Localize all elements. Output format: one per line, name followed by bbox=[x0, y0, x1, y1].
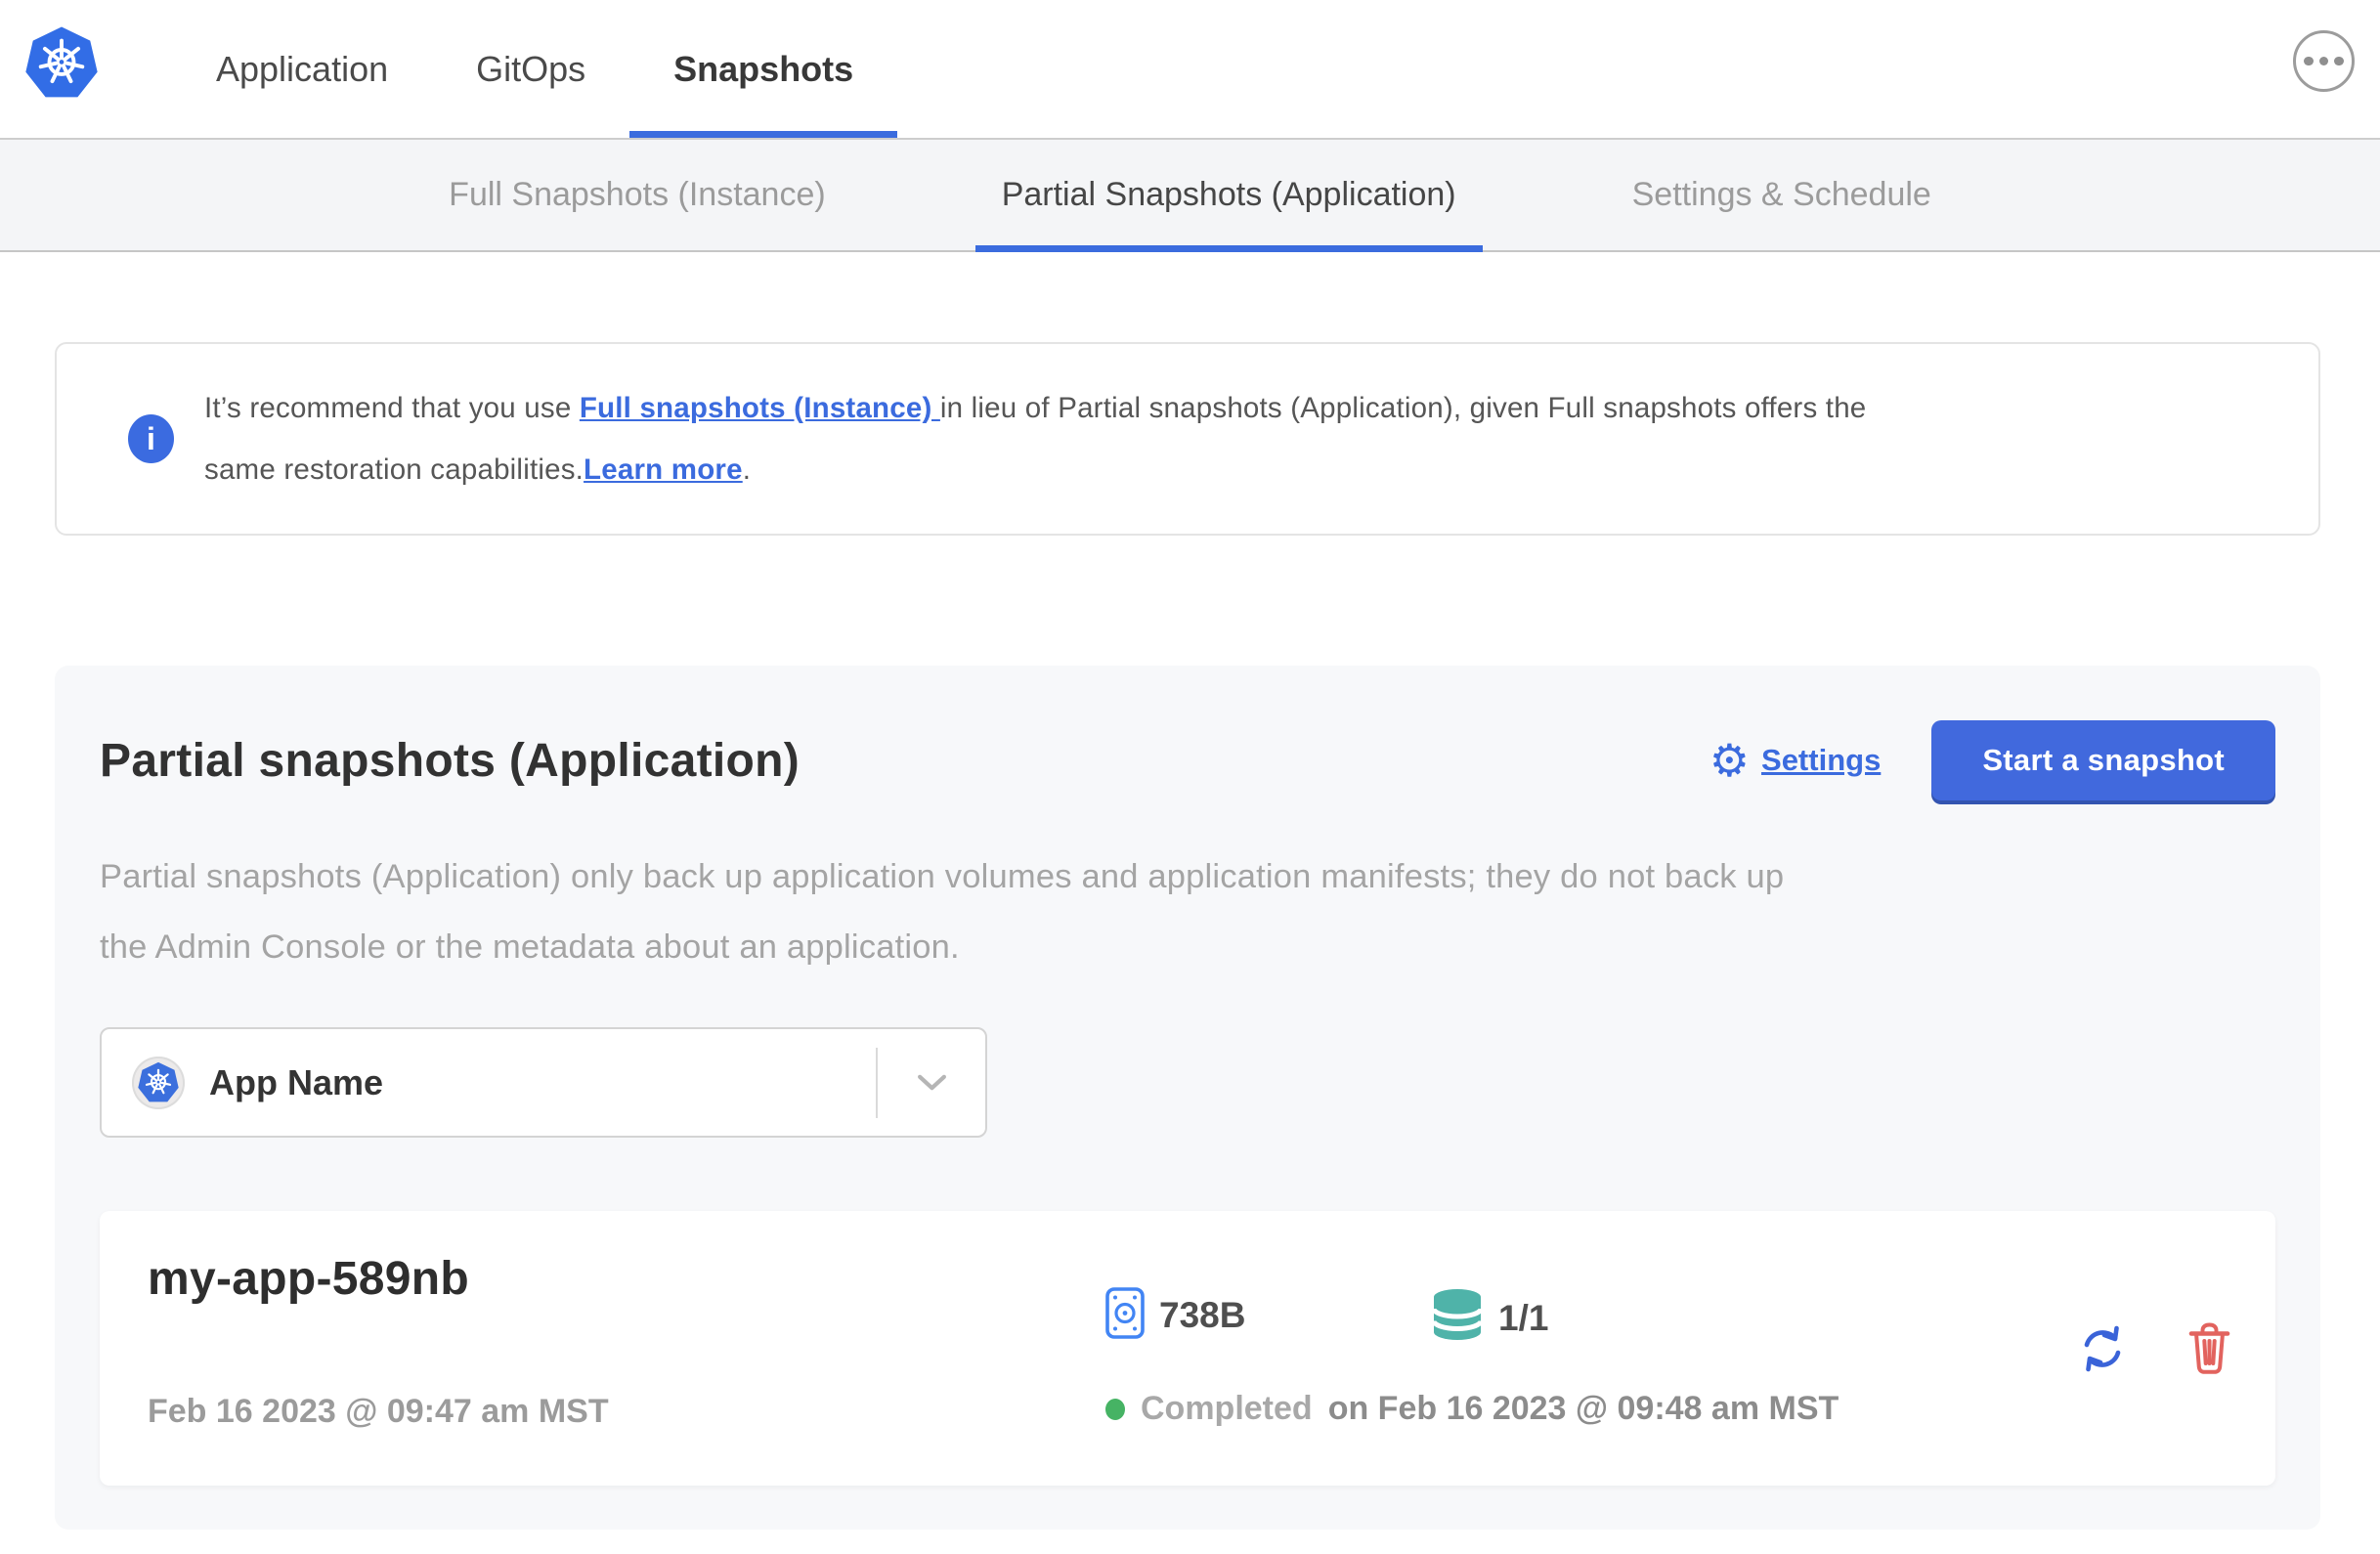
learn-more-link[interactable]: Learn more bbox=[584, 453, 743, 486]
partial-snapshots-panel: Partial snapshots (Application) ⚙ Settin… bbox=[55, 666, 2320, 1530]
ellipsis-icon bbox=[2304, 56, 2314, 66]
banner-text: It’s recommend that you use Full snapsho… bbox=[204, 392, 1867, 486]
snapshot-name: my-app-589nb bbox=[148, 1253, 470, 1305]
snapshot-volumes-value: 1/1 bbox=[1498, 1297, 1549, 1338]
snapshot-status: Completed on Feb 16 2023 @ 09:48 am MST bbox=[1105, 1390, 1839, 1428]
recommendation-banner: i It’s recommend that you use Full snaps… bbox=[55, 342, 2320, 536]
kubernetes-logo-icon bbox=[23, 25, 100, 102]
snapshots-tab-bar: Full Snapshots (Instance) Partial Snapsh… bbox=[0, 138, 2380, 252]
main-nav: Application GitOps Snapshots bbox=[172, 0, 898, 138]
panel-header: Partial snapshots (Application) ⚙ Settin… bbox=[100, 720, 2275, 800]
top-navigation: Application GitOps Snapshots bbox=[0, 0, 2380, 138]
restore-snapshot-icon[interactable] bbox=[2075, 1321, 2130, 1376]
app-name-dropdown[interactable]: App Name bbox=[100, 1027, 987, 1138]
panel-header-actions: ⚙ Settings Start a snapshot bbox=[1709, 720, 2275, 800]
full-snapshots-link[interactable]: Full snapshots (Instance) bbox=[580, 392, 940, 424]
panel-description: Partial snapshots (Application) only bac… bbox=[100, 858, 1785, 966]
snapshot-size-value: 738B bbox=[1159, 1295, 1246, 1335]
info-icon: i bbox=[128, 414, 174, 463]
database-stack-icon bbox=[1431, 1287, 1484, 1349]
nav-item-application[interactable]: Application bbox=[172, 0, 432, 138]
overflow-menu-button[interactable] bbox=[2293, 30, 2355, 92]
status-completed-at: on Feb 16 2023 @ 09:48 am MST bbox=[1327, 1390, 1839, 1427]
snapshot-actions bbox=[2075, 1321, 2232, 1376]
tab-partial-snapshots-application[interactable]: Partial Snapshots (Application) bbox=[974, 140, 1483, 252]
settings-link[interactable]: Settings bbox=[1761, 743, 1881, 778]
nav-item-snapshots[interactable]: Snapshots bbox=[629, 0, 898, 138]
app-kubernetes-icon bbox=[132, 1056, 185, 1109]
snapshot-started-timestamp: Feb 16 2023 @ 09:47 am MST bbox=[148, 1393, 609, 1430]
tab-settings-schedule[interactable]: Settings & Schedule bbox=[1606, 140, 1958, 250]
snapshot-size: 738B bbox=[1105, 1287, 1245, 1344]
delete-snapshot-icon[interactable] bbox=[2186, 1322, 2232, 1375]
chevron-down-icon[interactable] bbox=[878, 1029, 985, 1136]
nav-item-gitops[interactable]: GitOps bbox=[432, 0, 629, 138]
app-name-value: App Name bbox=[209, 1061, 384, 1102]
page-title: Partial snapshots (Application) bbox=[100, 734, 801, 787]
snapshot-row: my-app-589nb Feb 16 2023 @ 09:47 am MST … bbox=[100, 1211, 2275, 1486]
status-label: Completed bbox=[1141, 1390, 1313, 1427]
gear-icon: ⚙ bbox=[1709, 734, 1751, 787]
start-snapshot-button[interactable]: Start a snapshot bbox=[1931, 720, 2275, 800]
status-dot-icon bbox=[1105, 1398, 1125, 1420]
tab-full-snapshots-instance[interactable]: Full Snapshots (Instance) bbox=[422, 140, 852, 250]
snapshot-volumes: 1/1 bbox=[1431, 1287, 1548, 1349]
disk-volume-icon bbox=[1105, 1287, 1145, 1344]
